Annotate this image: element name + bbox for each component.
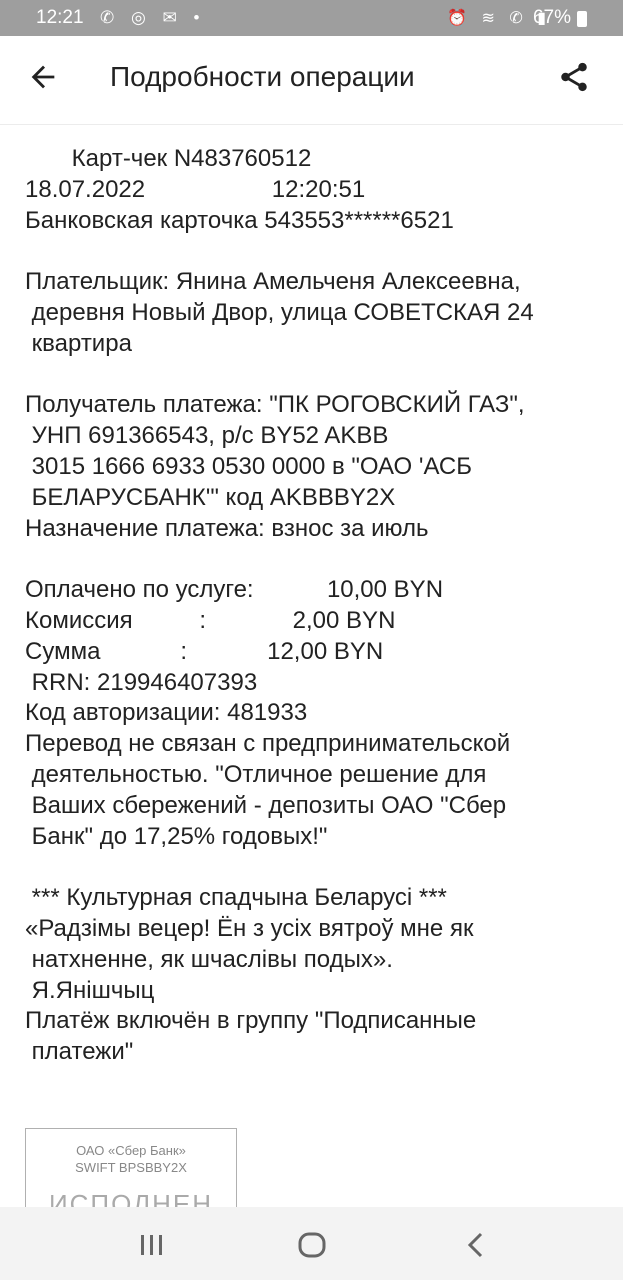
receipt-line [25,360,615,391]
receipt-line: квартира [25,329,132,357]
back-button[interactable] [26,60,60,94]
receipt-line: Комиссия : 2,00 BYN [25,606,396,634]
receipt-line: Ваших сбережений - депозиты ОАО "Сбер [25,791,507,819]
receipt-line: деятельностью. "Отличное решение для [25,760,487,788]
receipt-line: Сумма : 12,00 BYN [25,637,384,665]
receipt-line: деревня Новый Двор, улица СОВЕТСКАЯ 24 [25,298,534,326]
receipt-line: 18.07.2022 12:20:51 [25,175,366,203]
arrow-left-icon [31,65,55,89]
receipt-line: Плательщик: Янина Амельченя Алексеевна, [25,268,521,296]
recents-button[interactable] [132,1225,172,1265]
battery-percent: 67% [532,7,571,28]
receipt-line: УНП 691366543, р/с BY52 AKBB [25,422,389,450]
receipt-line: Назначение платежа: взнос за июль [25,514,429,542]
receipt-line: БЕЛАРУСБАНК'" код AKBBBY2X [25,483,396,511]
status-bar: 12:21 ✆ ◎ ✉ • ⏰ ≋ ✆ ▮ 67% [0,0,623,36]
receipt-line: Код авторизации: 481933 [25,699,308,727]
system-nav-bar [0,1207,623,1280]
receipt-line: «Радзімы вецер! Ён з усіх вятроў мне як [25,914,474,942]
home-icon [298,1232,326,1258]
stamp-swift: SWIFT BPSBBY2X [75,1160,187,1175]
receipt-line: Перевод не связан с предпринимательской [25,730,511,758]
receipt-line: RRN: 219946407393 [25,668,258,696]
receipt-line: Банк" до 17,25% годовых!" [25,822,328,850]
nav-back-icon [467,1232,483,1258]
receipt-text: Карт-чек N483760512 18.07.2022 12:20:51 Ба… [25,144,615,1068]
receipt-line: 3015 1666 6933 0530 0000 в "ОАО 'АСБ [25,452,472,480]
receipt-line: Я.Янішчыц [25,976,155,1004]
receipt-line: *** Культурная спадчына Беларусі *** [25,884,447,912]
nav-back-button[interactable] [456,1225,496,1265]
stamp-bank-name: ОАО «Сбер Банк» [76,1143,186,1158]
receipt-line: натхненне, як шчаслівы подых». [25,945,393,973]
notification-icons: ✆ ◎ ✉ • [100,8,206,27]
receipt-line: платежи" [25,1038,134,1066]
receipt-line: Банковская карточка 543553******6521 [25,206,454,234]
home-button[interactable] [292,1225,332,1265]
status-time: 12:21 [36,7,84,28]
recents-icon [141,1235,162,1255]
share-button[interactable] [557,60,591,94]
app-bar: Подробности операции [0,36,623,125]
receipt-line: Карт-чек N483760512 [25,145,312,172]
receipt-line: Оплачено по услуге: 10,00 BYN [25,576,444,604]
share-icon [561,62,587,92]
receipt-line: Получатель платежа: "ПК РОГОВСКИЙ ГАЗ", [25,391,525,419]
receipt-line: Платёж включён в группу "Подписанные [25,1007,477,1035]
receipt-line [25,852,615,883]
page-title: Подробности операции [110,61,415,92]
battery-icon [577,11,587,27]
receipt-line [25,544,615,575]
receipt-line [25,236,615,267]
